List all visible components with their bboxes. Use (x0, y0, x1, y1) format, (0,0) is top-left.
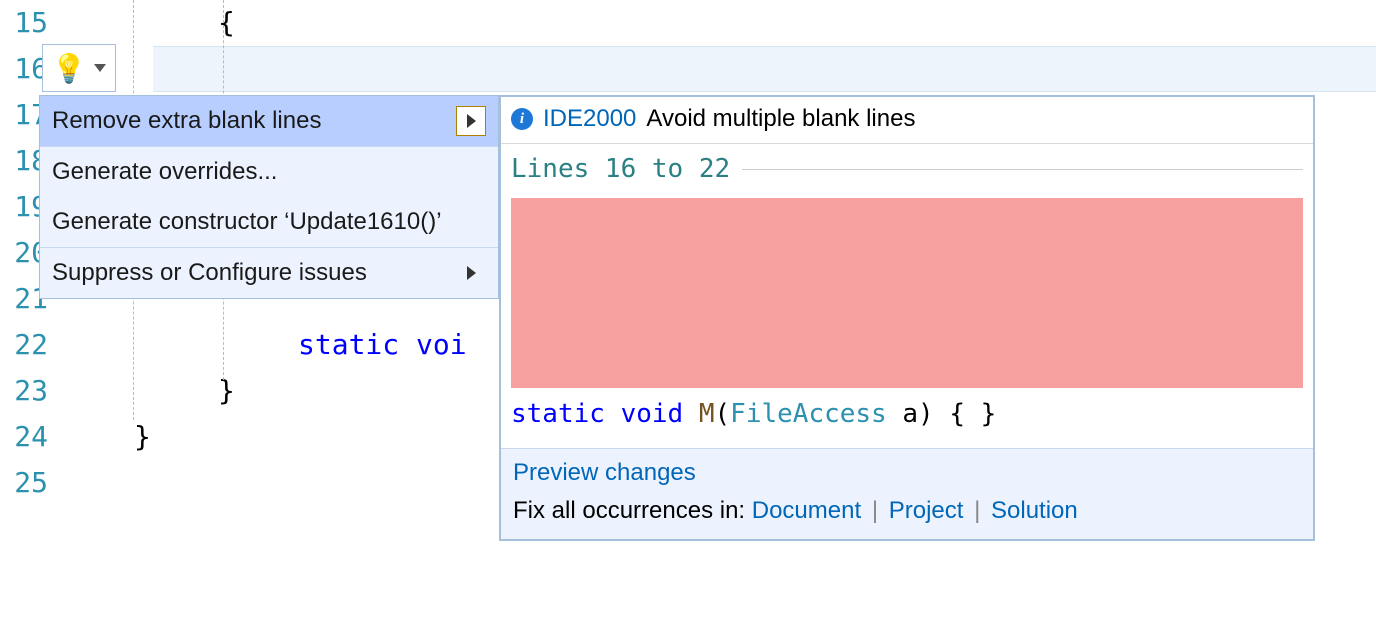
menu-item-label: Generate overrides... (52, 147, 277, 197)
current-line-highlight (153, 46, 1376, 92)
fix-scope-project[interactable]: Project (889, 497, 964, 524)
keyword-text: static voi (298, 328, 467, 361)
preview-footer: Preview changes Fix all occurrences in: … (501, 448, 1313, 539)
quickfix-suppress-configure[interactable]: Suppress or Configure issues (40, 248, 498, 298)
line-number: 24 (0, 414, 48, 460)
menu-item-label: Remove extra blank lines (52, 96, 321, 146)
fix-all-row: Fix all occurrences in: Document | Proje… (513, 497, 1301, 525)
type-name: FileAccess (730, 399, 887, 429)
lightbulb-icon: 💡 (52, 52, 87, 85)
diagnostic-message: Avoid multiple blank lines (646, 105, 915, 133)
menu-item-label: Generate constructor ‘Update1610()’ (52, 197, 442, 247)
separator-text: | (868, 497, 882, 524)
diagnostic-rule-id[interactable]: IDE2000 (543, 105, 636, 133)
code-rest: ) { } (918, 399, 996, 429)
preview-range-row: Lines 16 to 22 (511, 150, 1303, 198)
line-number: 25 (0, 460, 48, 506)
fix-scope-document[interactable]: Document (752, 497, 861, 524)
quickfix-generate-constructor[interactable]: Generate constructor ‘Update1610()’ (40, 197, 498, 247)
submenu-arrow-icon (456, 258, 486, 288)
preview-header: i IDE2000 Avoid multiple blank lines (501, 97, 1313, 144)
line-number: 16 (0, 46, 48, 92)
line-number: 22 (0, 322, 48, 368)
quick-actions-menu: Remove extra blank lines Generate overri… (39, 95, 499, 299)
keyword-text: static (511, 399, 605, 429)
fix-all-label: Fix all occurrences in: (513, 497, 752, 524)
preview-code-line: static void M(FileAccess a) { } (511, 396, 1303, 432)
keyword-text: void (621, 399, 684, 429)
preview-range-label: Lines 16 to 22 (511, 154, 730, 184)
diff-deleted-block (511, 198, 1303, 388)
line-number: 23 (0, 368, 48, 414)
horizontal-rule (742, 169, 1303, 170)
preview-body: Lines 16 to 22 static void M(FileAccess … (501, 144, 1313, 448)
line-number: 15 (0, 0, 48, 46)
menu-item-label: Suppress or Configure issues (52, 248, 367, 298)
separator-text: | (970, 497, 984, 524)
code-line: { (58, 0, 1376, 46)
quickfix-remove-blank-lines[interactable]: Remove extra blank lines (40, 96, 498, 146)
submenu-arrow-icon (456, 106, 486, 136)
info-icon: i (511, 108, 533, 130)
method-name: M (699, 399, 715, 429)
preview-changes-link[interactable]: Preview changes (513, 459, 696, 486)
quickfix-generate-overrides[interactable]: Generate overrides... (40, 147, 498, 197)
paren: ( (715, 399, 731, 429)
fix-preview-pane: i IDE2000 Avoid multiple blank lines Lin… (499, 95, 1315, 541)
fix-scope-solution[interactable]: Solution (991, 497, 1078, 524)
lightbulb-button[interactable]: 💡 (42, 44, 116, 92)
param-name: a (887, 399, 918, 429)
chevron-down-icon (94, 64, 106, 72)
